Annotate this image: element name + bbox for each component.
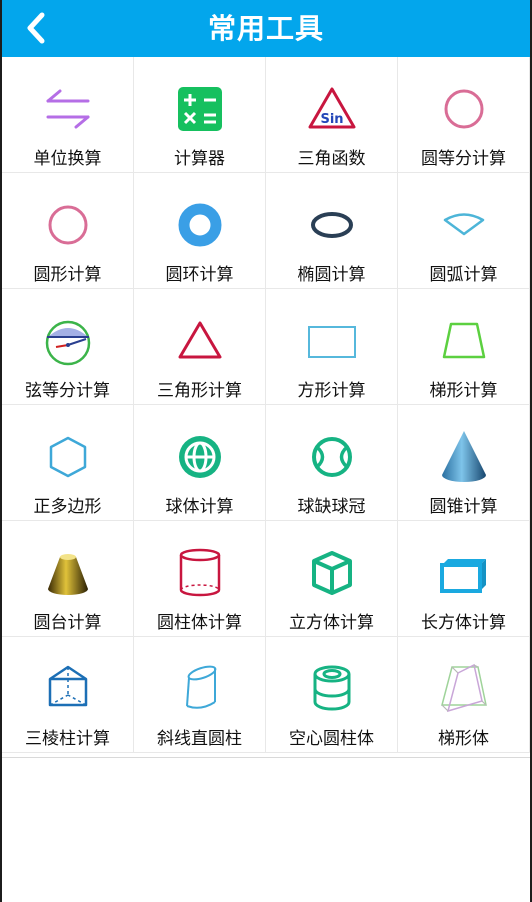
- tool-label: 圆环计算: [165, 265, 234, 285]
- tool-spherical-cap[interactable]: 球缺球冠: [266, 405, 398, 521]
- tool-label: 三角函数: [297, 149, 366, 169]
- tool-label: 圆锥计算: [429, 497, 498, 517]
- trapezoid-icon: [442, 322, 486, 359]
- tool-cylinder-calc[interactable]: 圆柱体计算: [134, 521, 266, 637]
- tool-label: 斜线直圆柱: [157, 729, 242, 749]
- tool-label: 三棱柱计算: [25, 729, 110, 749]
- ring-icon: [178, 203, 222, 247]
- tool-triangular-prism[interactable]: 三棱柱计算: [2, 637, 134, 753]
- rectangle-icon: [308, 326, 356, 358]
- tool-label: 圆柱体计算: [157, 613, 242, 633]
- tool-label: 椭圆计算: [297, 265, 366, 285]
- tool-chord-division[interactable]: 弦等分计算: [2, 289, 134, 405]
- tool-label: 球缺球冠: [297, 497, 366, 517]
- tool-label: 圆弧计算: [429, 265, 498, 285]
- tool-trapezoid-calc[interactable]: 梯形计算: [398, 289, 530, 405]
- page-title: 常用工具: [207, 12, 324, 45]
- tool-cone-calc[interactable]: 圆锥计算: [398, 405, 530, 521]
- tool-label: 圆台计算: [33, 613, 102, 633]
- slanted-cylinder-icon: [186, 665, 217, 709]
- tool-triangle-calc[interactable]: 三角形计算: [134, 289, 266, 405]
- tool-label: 三角形计算: [157, 381, 242, 401]
- chord-circle-icon: [45, 320, 91, 366]
- tool-hollow-cylinder[interactable]: 空心圆柱体: [266, 637, 398, 753]
- tool-label: 计算器: [174, 149, 225, 169]
- hexagon-icon: [49, 436, 87, 478]
- tool-circle-division[interactable]: 圆等分计算: [398, 57, 530, 173]
- tool-cube-calc[interactable]: 立方体计算: [266, 521, 398, 637]
- tool-sphere-calc[interactable]: 球体计算: [134, 405, 266, 521]
- tool-rectangle-calc[interactable]: 方形计算: [266, 289, 398, 405]
- tool-label: 单位换算: [33, 149, 102, 169]
- tool-calculator[interactable]: 计算器: [134, 57, 266, 173]
- svg-text:Sin: Sin: [320, 112, 343, 127]
- tool-slanted-cylinder[interactable]: 斜线直圆柱: [134, 637, 266, 753]
- tool-trapezoid-solid[interactable]: 梯形体: [398, 637, 530, 753]
- cuboid-icon: [440, 559, 486, 593]
- tool-label: 球体计算: [165, 497, 234, 517]
- spherical-cap-icon: [312, 437, 352, 477]
- cube-icon: [312, 551, 352, 595]
- arc-sector-icon: [443, 213, 485, 236]
- triangle-sin-icon: Sin: [308, 87, 356, 129]
- ellipse-icon: [311, 212, 353, 238]
- circle-icon: [48, 205, 88, 245]
- swap-arrows-icon: [46, 89, 90, 129]
- tool-arc-calc[interactable]: 圆弧计算: [398, 173, 530, 289]
- tool-unit-conversion[interactable]: 单位换算: [2, 57, 134, 173]
- frustum-icon: [48, 554, 88, 595]
- tool-label: 梯形计算: [429, 381, 498, 401]
- tool-regular-polygon[interactable]: 正多边形: [2, 405, 134, 521]
- tool-label: 长方体计算: [421, 613, 506, 633]
- tool-label: 梯形体: [438, 729, 489, 749]
- tool-trig-functions[interactable]: Sin 三角函数: [266, 57, 398, 173]
- tool-label: 空心圆柱体: [289, 729, 374, 749]
- tool-circle-calc[interactable]: 圆形计算: [2, 173, 134, 289]
- cylinder-icon: [179, 548, 221, 597]
- tool-ring-calc[interactable]: 圆环计算: [134, 173, 266, 289]
- tools-grid: 单位换算 计算器 Sin 三角函数 圆等分计算 圆形计算 圆环计算 椭圆计算 圆…: [2, 57, 530, 758]
- calculator-icon: [178, 87, 222, 131]
- tool-label: 正多边形: [33, 497, 102, 517]
- trapezoid-solid-icon: [441, 663, 487, 713]
- tool-cuboid-calc[interactable]: 长方体计算: [398, 521, 530, 637]
- tool-label: 圆等分计算: [421, 149, 506, 169]
- cone-icon: [442, 431, 486, 482]
- circle-outline-icon: [444, 89, 484, 129]
- sphere-icon: [179, 436, 221, 478]
- tool-ellipse-calc[interactable]: 椭圆计算: [266, 173, 398, 289]
- tool-label: 立方体计算: [289, 613, 374, 633]
- tool-label: 圆形计算: [33, 265, 102, 285]
- triangular-prism-icon: [48, 665, 88, 707]
- title-bar: 常用工具: [2, 0, 530, 57]
- app-screen: 常用工具 单位换算 计算器 Sin 三角函数 圆等分计算 圆形计算 圆环计算 椭…: [0, 0, 532, 902]
- tool-frustum-calc[interactable]: 圆台计算: [2, 521, 134, 637]
- tool-label: 方形计算: [297, 381, 366, 401]
- triangle-icon: [178, 321, 222, 359]
- tool-label: 弦等分计算: [25, 381, 110, 401]
- hollow-cylinder-icon: [313, 665, 351, 711]
